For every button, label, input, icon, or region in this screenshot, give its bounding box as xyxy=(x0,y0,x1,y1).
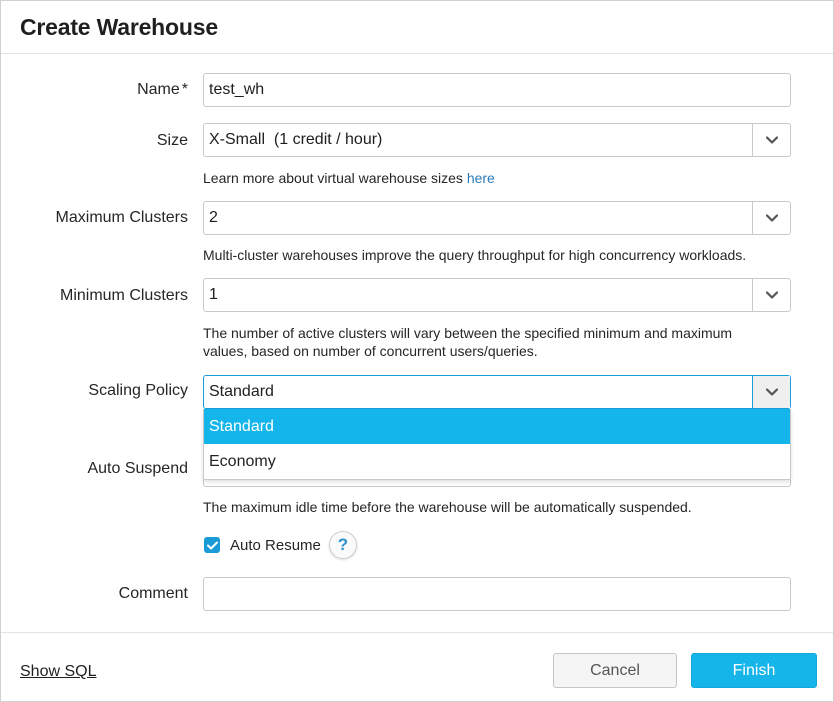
show-sql-link[interactable]: Show SQL xyxy=(20,663,96,681)
size-dropdown-button[interactable] xyxy=(752,124,790,156)
min-clusters-label: Minimum Clusters xyxy=(59,287,188,304)
size-help-link[interactable]: here xyxy=(467,170,495,186)
scaling-policy-dropdown-list: Standard Economy xyxy=(203,409,791,480)
name-label-text: Name xyxy=(137,81,180,98)
max-clusters-select[interactable]: 2 xyxy=(203,201,791,235)
chevron-down-icon xyxy=(765,136,778,144)
max-clusters-help: Multi-cluster warehouses improve the que… xyxy=(203,247,747,263)
cancel-button[interactable]: Cancel xyxy=(553,653,677,688)
name-input-value: test_wh xyxy=(209,81,265,98)
min-clusters-value: 1 xyxy=(209,286,218,303)
question-mark-icon[interactable]: ? xyxy=(328,531,357,559)
chevron-down-icon xyxy=(765,214,778,222)
create-warehouse-dialog: Create Warehouse Name * test_wh Size X-Sm… xyxy=(0,0,834,702)
min-clusters-select[interactable]: 1 xyxy=(203,278,791,312)
scaling-policy-value: Standard xyxy=(209,383,274,400)
auto-suspend-help: The maximum idle time before the warehou… xyxy=(203,499,692,515)
name-input[interactable]: test_wh xyxy=(203,73,791,107)
max-clusters-label: Maximum Clusters xyxy=(55,209,188,226)
scaling-policy-option-economy[interactable]: Economy xyxy=(204,444,790,479)
max-clusters-value: 2 xyxy=(209,209,218,226)
name-label: Name * xyxy=(137,81,188,99)
finish-button[interactable]: Finish xyxy=(691,653,817,688)
auto-resume-label: Auto Resume xyxy=(230,536,321,554)
scaling-policy-label: Scaling Policy xyxy=(88,382,188,399)
size-help: Learn more about virtual warehouse sizes… xyxy=(203,169,793,187)
max-clusters-dropdown-button[interactable] xyxy=(752,202,790,234)
scaling-policy-dropdown-button[interactable] xyxy=(752,376,790,408)
auto-resume-row: Auto Resume ? xyxy=(204,531,357,559)
comment-label: Comment xyxy=(118,585,188,602)
required-mark: * xyxy=(181,81,188,98)
auto-suspend-label: Auto Suspend xyxy=(87,460,188,477)
size-help-text: Learn more about virtual warehouse sizes xyxy=(203,170,467,186)
size-label: Size xyxy=(156,132,188,149)
size-select-value: X-Small (1 credit / hour) xyxy=(209,131,383,148)
comment-input[interactable] xyxy=(203,577,791,611)
dialog-footer: Show SQL Cancel Finish xyxy=(1,633,833,701)
scaling-policy-select[interactable]: Standard xyxy=(203,375,791,409)
min-clusters-dropdown-button[interactable] xyxy=(752,279,790,311)
chevron-down-icon xyxy=(765,388,778,396)
chevron-down-icon xyxy=(765,291,778,299)
auto-resume-checkbox[interactable] xyxy=(204,537,220,553)
min-clusters-help: The number of active clusters will vary … xyxy=(203,325,733,359)
checkmark-icon xyxy=(206,541,218,549)
dialog-title: Create Warehouse xyxy=(20,14,218,40)
size-select[interactable]: X-Small (1 credit / hour) xyxy=(203,123,791,157)
scaling-policy-option-standard[interactable]: Standard xyxy=(204,409,790,444)
header-divider xyxy=(1,53,833,54)
